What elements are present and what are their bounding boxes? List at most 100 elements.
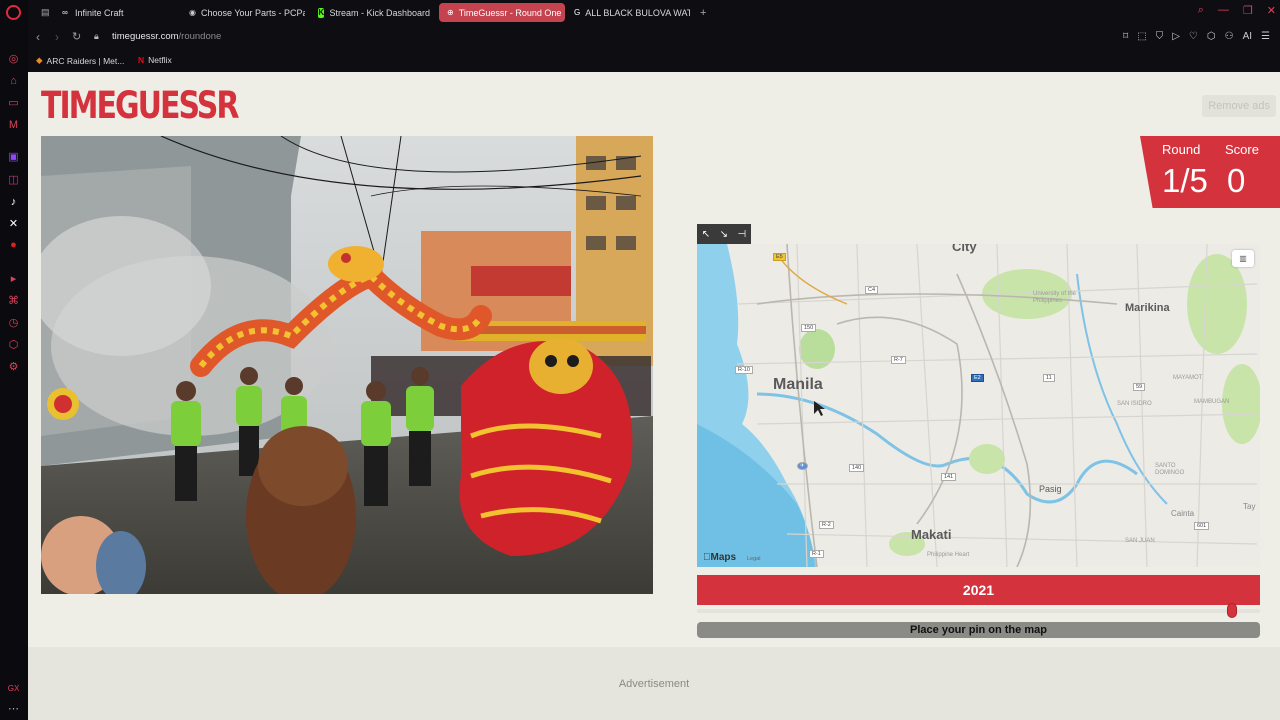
map-tools: ↖ ↘ ⊣ [697, 224, 751, 244]
window-controls: ⌕ — ❐ ✕ [1198, 4, 1276, 17]
map-label-san-juan: SAN JUAN [1125, 538, 1155, 544]
map-label-pasig: Pasig [1039, 484, 1062, 494]
forward-icon[interactable]: › [55, 30, 59, 44]
url-field[interactable]: timeguessr.com/roundone [112, 31, 221, 42]
map-label-phil-heart: Philippine Heart [927, 552, 970, 558]
new-tab-plus-icon[interactable]: + [692, 3, 712, 22]
shopping-icon[interactable]: ⌂ [7, 74, 20, 87]
toolbar-right: ⌑ ⬚ ⛉ ▷ ♡ ⬡ ⚇ AI ☰ [1123, 31, 1270, 42]
apple-maps-logo: Maps [703, 552, 736, 563]
restore-icon[interactable]: ❐ [1243, 4, 1253, 17]
map-label-san-isidro: SAN ISIDRO [1117, 401, 1152, 407]
heart-icon[interactable]: ♡ [1189, 31, 1198, 42]
arc-raiders-icon: ◆ [36, 55, 43, 65]
page-content: TIMEGUESSR Remove ads Round Score 1/5 0 … [28, 72, 1280, 720]
menu-icon[interactable]: ☰ [1261, 31, 1270, 42]
round-label: Round [1162, 142, 1201, 157]
place-pin-button[interactable]: Place your pin on the map [697, 622, 1260, 638]
messenger-icon[interactable]: M [7, 118, 20, 131]
settings-icon[interactable]: ⚙ [7, 360, 20, 373]
year-slider-track[interactable] [697, 609, 1260, 613]
bookmark-icon[interactable]: ⌑ [1123, 31, 1128, 42]
map-label-mambugan: MAMBUGAN [1194, 399, 1230, 405]
road-shield-140: 140 [849, 464, 865, 472]
expand-map-icon[interactable]: ↖ [702, 229, 710, 240]
road-shield-r2: R-2 [819, 521, 834, 529]
bookmark-netflix[interactable]: N Netflix [138, 55, 172, 65]
timeguessr-logo[interactable]: TIMEGUESSR [41, 84, 239, 128]
tab-bulova[interactable]: G ALL BLACK BULOVA WATC [566, 3, 690, 22]
map-layers-icon[interactable]: ▥ [1232, 250, 1254, 267]
reload-icon[interactable]: ↻ [72, 30, 81, 43]
profile-icon[interactable]: ⚇ [1225, 31, 1234, 42]
infinity-icon: ∞ [62, 8, 68, 17]
shrink-map-icon[interactable]: ↘ [720, 229, 728, 240]
tab-timeguessr[interactable]: ⊕ TimeGuessr - Round One [439, 3, 565, 22]
bookmarks-bar: ◆ ARC Raiders | Met... N Netflix [28, 50, 1280, 72]
opera-logo-icon[interactable] [6, 5, 21, 20]
adblock-icon[interactable]: ⛉ [1156, 31, 1164, 42]
address-bar: ‹ › ↻ 🔒︎ timeguessr.com/roundone ⌑ ⬚ ⛉ ▷… [28, 25, 1280, 50]
snapshot-icon[interactable]: ⬚ [1137, 31, 1146, 42]
round-value: 1/5 [1162, 162, 1208, 199]
tiktok-icon[interactable]: ♪ [7, 195, 20, 208]
pinboard-icon[interactable]: ⌘ [7, 294, 20, 307]
minimize-icon[interactable]: — [1218, 4, 1229, 17]
year-slider-thumb[interactable] [1226, 603, 1237, 618]
guess-map[interactable]: City Manila Marikina Makati Pasig Cainta… [697, 244, 1260, 567]
map-label-city: City [952, 244, 977, 254]
airport-icon: ✈ [797, 462, 808, 470]
road-shield-601: 601 [1194, 522, 1210, 530]
road-shield-59: 59 [1133, 383, 1146, 391]
close-icon[interactable]: ✕ [1267, 4, 1276, 17]
road-shield-e5: E5 [773, 253, 786, 261]
player-icon[interactable]: ▸ [7, 272, 20, 285]
kick-icon: K [318, 7, 325, 18]
search-tabs-icon[interactable]: ⌕ [1198, 4, 1204, 17]
map-legal-link[interactable]: Legal [747, 556, 760, 562]
history-icon[interactable]: ◷ [7, 316, 20, 329]
map-label-santo-domingo: SANTO DOMINGO [1155, 463, 1185, 476]
youtube-icon[interactable]: ● [7, 238, 20, 251]
extensions-icon[interactable]: ⬡ [1207, 31, 1216, 42]
netflix-icon: N [138, 55, 145, 65]
wallet-icon[interactable]: ▭ [7, 96, 20, 109]
score-label: Score [1225, 142, 1259, 157]
road-shield-r7: R-7 [891, 356, 906, 364]
tab-infinite-craft[interactable]: ∞ Infinite Craft [52, 3, 180, 22]
remove-ads-button[interactable]: Remove ads [1202, 95, 1276, 117]
pin-map-icon[interactable]: ⊣ [738, 229, 747, 240]
tab-overview-icon[interactable]: ▤ [33, 3, 49, 22]
advertisement-label: Advertisement [618, 678, 690, 690]
road-shield-c4: C4 [865, 286, 879, 294]
ai-button[interactable]: AI [1243, 31, 1252, 42]
instagram-icon[interactable]: ◫ [7, 173, 20, 186]
lock-icon: 🔒︎ [94, 31, 99, 41]
extensions-icon[interactable]: ⬡ [7, 338, 20, 351]
round-photo [41, 136, 653, 594]
browser-sidebar: ◎ ⌂ ▭ M ▣ ◫ ♪ ✕ ● ▸ ⌘ ◷ ⬡ ⚙ GX ⋯ [0, 0, 28, 720]
player-play-icon[interactable]: ▷ [1172, 31, 1180, 42]
timeguessr-favicon-icon: ⊕ [447, 8, 454, 17]
road-shield-r1: R-1 [809, 550, 824, 558]
twitch-icon[interactable]: ▣ [7, 150, 20, 163]
road-shield-r10: R-10 [735, 366, 753, 374]
street-festival-image [41, 136, 653, 594]
road-shield-e2: E2 [971, 374, 984, 382]
map-label-marikina: Marikina [1125, 302, 1170, 314]
tab-strip: ▤ ∞ Infinite Craft ◉ Choose Your Parts -… [28, 0, 1280, 25]
tab-pcpartpicker[interactable]: ◉ Choose Your Parts - PCPa [181, 3, 305, 22]
advertisement-area: Advertisement [28, 647, 1280, 720]
map-label-manila: Manila [773, 376, 823, 393]
back-icon[interactable]: ‹ [36, 30, 40, 44]
x-icon[interactable]: ✕ [7, 217, 20, 230]
road-shield-141: 141 [941, 473, 957, 481]
tab-kick[interactable]: K Stream - Kick Dashboard [310, 3, 438, 22]
pcpartpicker-icon: ◉ [189, 8, 196, 17]
bookmark-arc-raiders[interactable]: ◆ ARC Raiders | Met... [36, 55, 124, 66]
year-display: 2021 [697, 575, 1260, 605]
aria-icon[interactable]: ◎ [7, 52, 20, 65]
gx-icon[interactable]: GX [7, 682, 20, 695]
google-icon: G [574, 8, 581, 17]
more-icon[interactable]: ⋯ [7, 702, 20, 715]
